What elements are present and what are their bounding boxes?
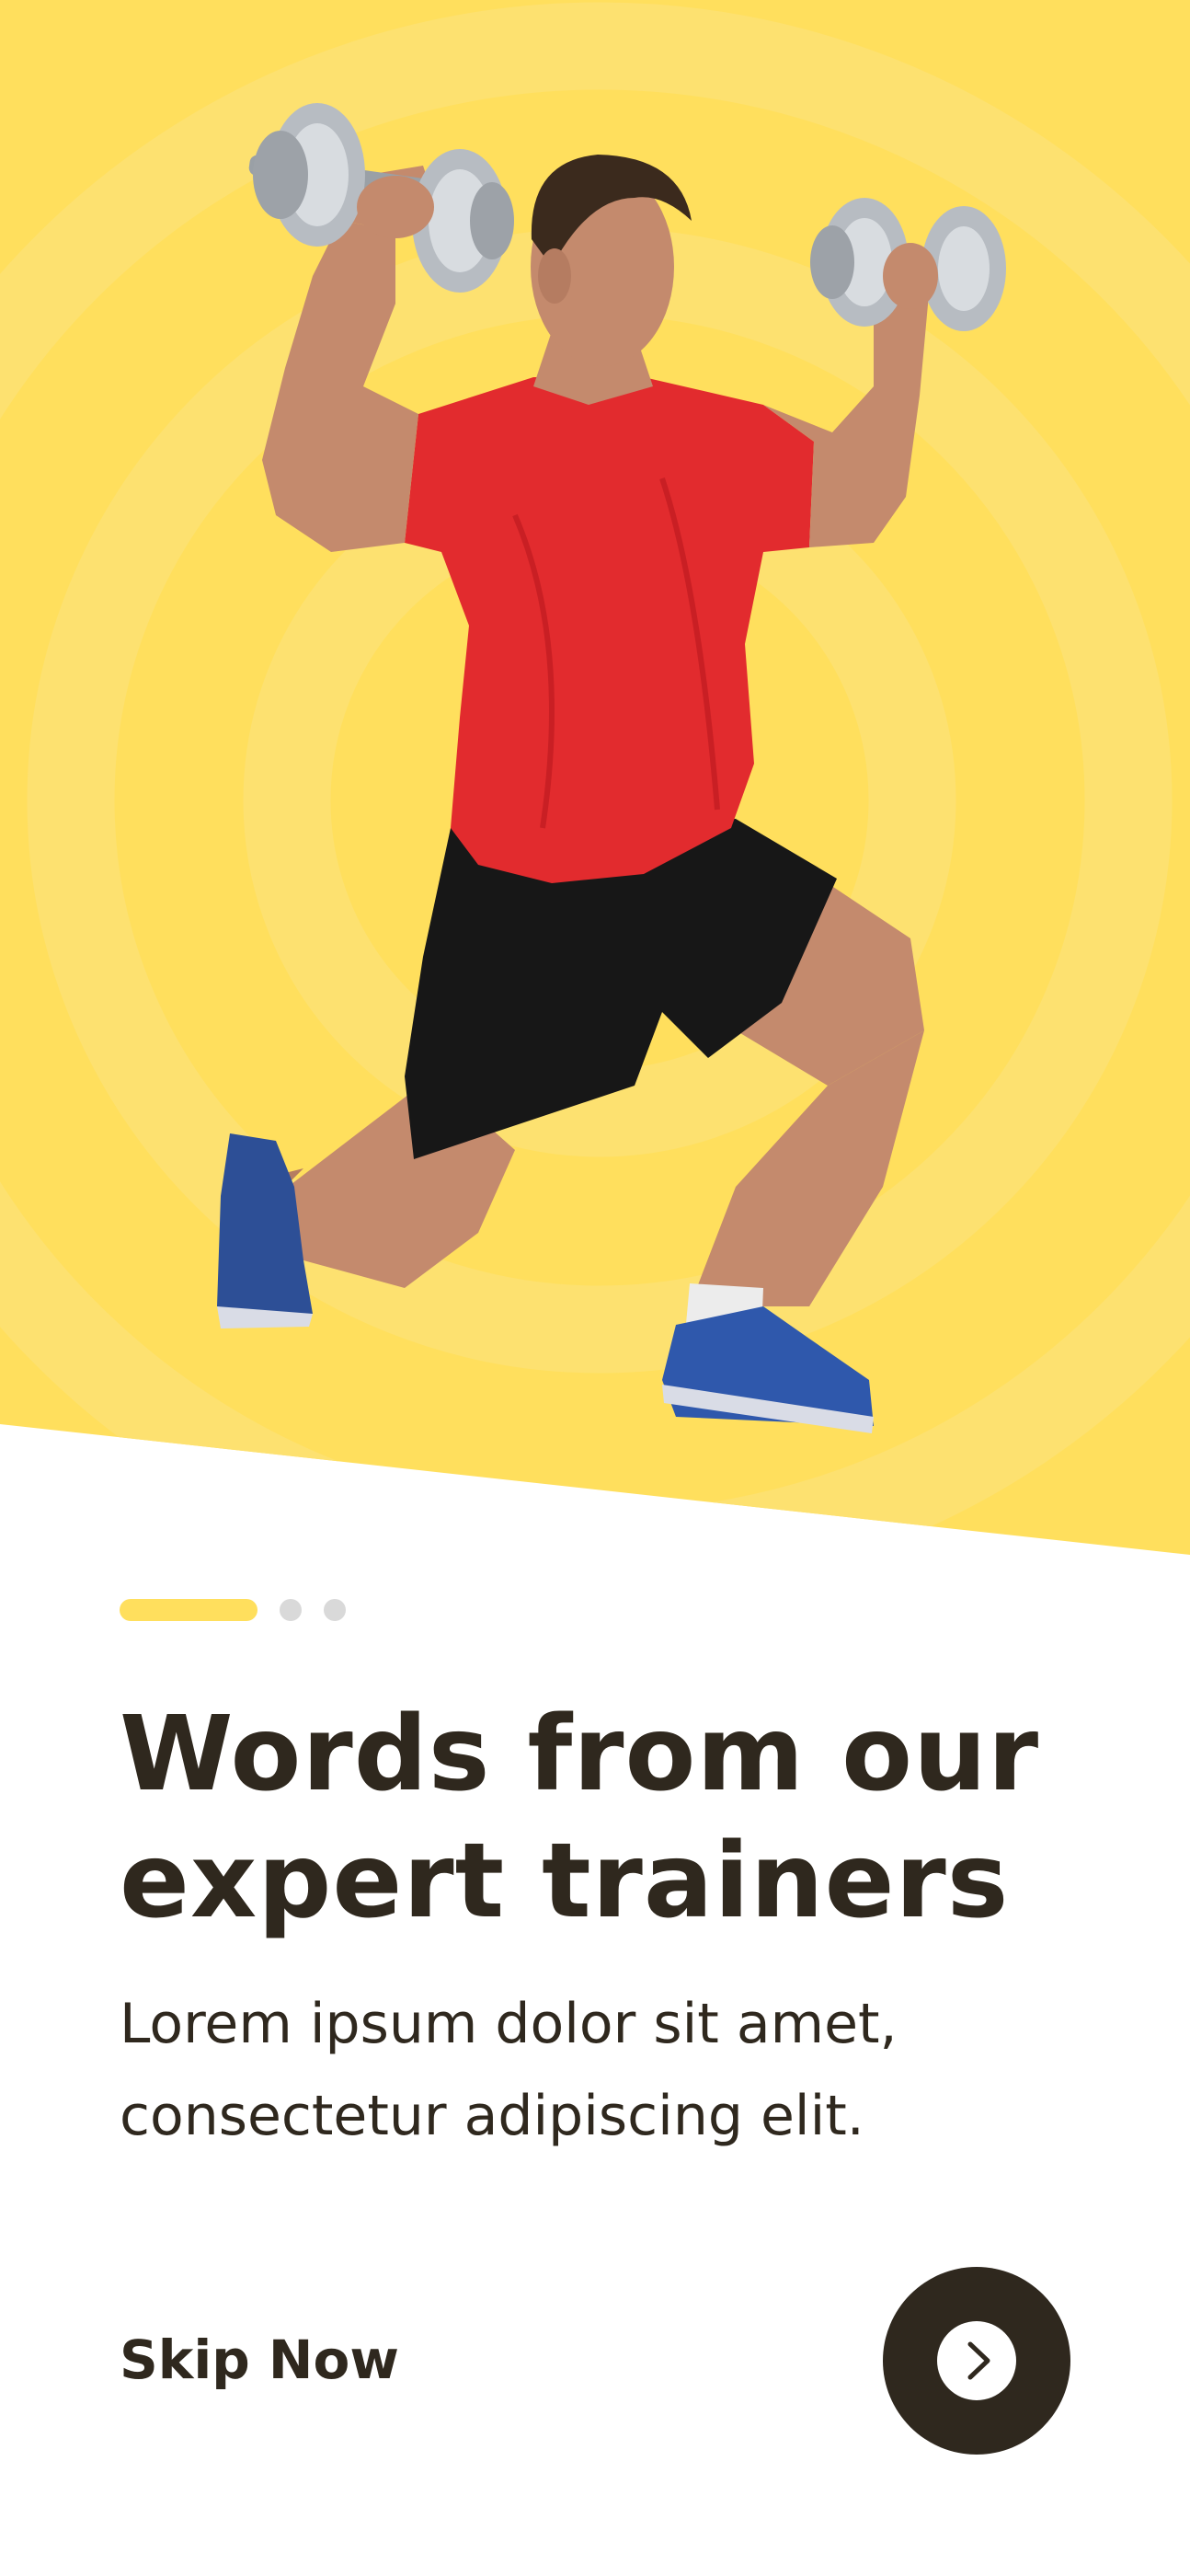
onboarding-subtitle: Lorem ipsum dolor sit amet, consectetur … bbox=[120, 1992, 898, 2148]
skip-button[interactable]: Skip Now bbox=[120, 2323, 399, 2397]
chevron-right-icon bbox=[967, 2341, 990, 2380]
onboarding-content: Words from our expert trainers Lorem ips… bbox=[0, 0, 1190, 2576]
next-button[interactable] bbox=[883, 2267, 1070, 2455]
onboarding-title: Words from our expert trainers bbox=[120, 1695, 1040, 1941]
page-indicator-active[interactable] bbox=[120, 1599, 257, 1621]
page-indicator-dot[interactable] bbox=[280, 1599, 302, 1621]
next-button-inner bbox=[937, 2321, 1016, 2400]
page-indicator-dot[interactable] bbox=[324, 1599, 346, 1621]
